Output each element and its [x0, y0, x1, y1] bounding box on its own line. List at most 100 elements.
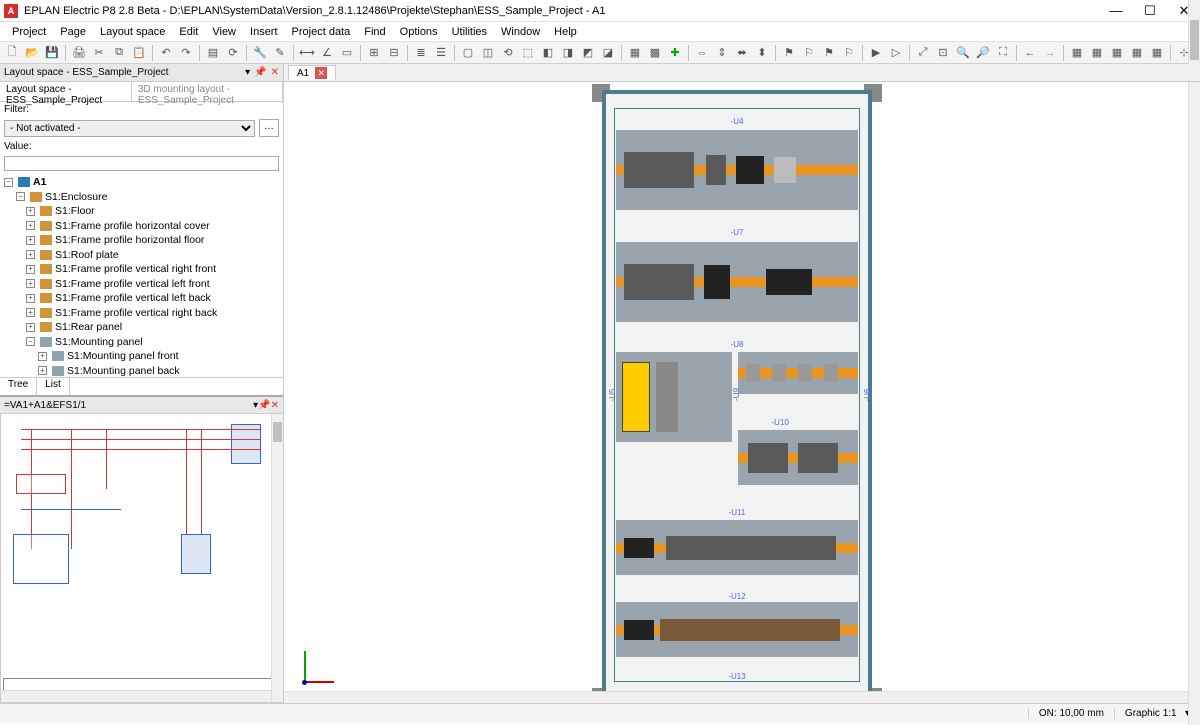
box-icon[interactable]: ▢: [459, 44, 477, 62]
tab-list[interactable]: List: [37, 378, 70, 395]
save-icon[interactable]: 💾: [43, 44, 61, 62]
zoom-in-icon[interactable]: 🔍: [954, 44, 972, 62]
zoom-ext-icon[interactable]: ⤢: [914, 44, 932, 62]
preview-hscrollbar[interactable]: [1, 690, 271, 702]
expand-icon[interactable]: +: [26, 279, 35, 288]
rail-section-u8-right[interactable]: [738, 352, 858, 394]
zoom-all-icon[interactable]: ⛶: [994, 44, 1012, 62]
note-icon[interactable]: ▭: [338, 44, 356, 62]
collapse-icon[interactable]: −: [16, 192, 25, 201]
canvas-vscrollbar[interactable]: [1188, 82, 1200, 703]
menu-window[interactable]: Window: [495, 24, 546, 40]
props-icon[interactable]: ☰: [432, 44, 450, 62]
redo-icon[interactable]: ↷: [177, 44, 195, 62]
rail-section-u12[interactable]: [616, 602, 858, 657]
tree-node[interactable]: +S1:Rear panel: [2, 320, 281, 335]
dim-icon[interactable]: ⟷: [298, 44, 316, 62]
preview-scrollbar[interactable]: [271, 414, 283, 702]
filter-select[interactable]: - Not activated -: [4, 120, 255, 137]
align-h-icon[interactable]: ⇔: [693, 44, 711, 62]
menu-page[interactable]: Page: [54, 24, 92, 40]
menu-project-data[interactable]: Project data: [286, 24, 357, 40]
grid2-icon[interactable]: ▦: [1088, 44, 1106, 62]
rotate-icon[interactable]: ⟲: [499, 44, 517, 62]
menu-project[interactable]: Project: [6, 24, 52, 40]
ungroup-icon[interactable]: ⊟: [385, 44, 403, 62]
collapse-icon[interactable]: −: [4, 178, 13, 187]
menu-view[interactable]: View: [206, 24, 242, 40]
expand-icon[interactable]: +: [26, 236, 35, 245]
panel-close-icon[interactable]: ✕: [271, 67, 279, 78]
zoom-out-icon[interactable]: 🔎: [974, 44, 992, 62]
expand-icon[interactable]: +: [26, 294, 35, 303]
grid-icon[interactable]: ▦: [626, 44, 644, 62]
wrench-icon[interactable]: 🔧: [251, 44, 269, 62]
expand-icon[interactable]: +: [38, 352, 47, 361]
tree-node[interactable]: +S1:Frame profile vertical left back: [2, 291, 281, 306]
view4-icon[interactable]: ◪: [599, 44, 617, 62]
menu-help[interactable]: Help: [548, 24, 583, 40]
new-icon[interactable]: 🗋: [3, 44, 21, 62]
snap-icon[interactable]: ▩: [646, 44, 664, 62]
rail-section-u8-left[interactable]: [616, 352, 732, 442]
tab-layout-space[interactable]: Layout space - ESS_Sample_Project: [0, 82, 132, 101]
tab-tree[interactable]: Tree: [0, 378, 37, 395]
menu-utilities[interactable]: Utilities: [446, 24, 493, 40]
layer-icon[interactable]: ≣: [412, 44, 430, 62]
expand-icon[interactable]: +: [26, 207, 35, 216]
tree-node[interactable]: +S1:Roof plate: [2, 248, 281, 263]
canvas[interactable]: -U5 -U6 -U4 -U7 -U8: [284, 82, 1200, 703]
open-icon[interactable]: 📂: [23, 44, 41, 62]
run2-icon[interactable]: ▷: [887, 44, 905, 62]
page-icon[interactable]: ▤: [204, 44, 222, 62]
expand-icon[interactable]: +: [26, 323, 35, 332]
copy-icon[interactable]: ⧉: [110, 44, 128, 62]
rail-section-u11[interactable]: [616, 520, 858, 575]
undo-icon[interactable]: ↶: [157, 44, 175, 62]
menu-insert[interactable]: Insert: [244, 24, 284, 40]
grid1-icon[interactable]: ▦: [1068, 44, 1086, 62]
tree-node[interactable]: +S1:Frame profile vertical right front: [2, 262, 281, 277]
collapse-icon[interactable]: −: [26, 337, 35, 346]
menu-options[interactable]: Options: [394, 24, 444, 40]
preview-pin-icon[interactable]: 📌: [258, 400, 270, 411]
cut-icon[interactable]: ✂: [90, 44, 108, 62]
rail-section-u10[interactable]: [738, 430, 858, 485]
cube-icon[interactable]: ◫: [479, 44, 497, 62]
refresh-icon[interactable]: ⟳: [224, 44, 242, 62]
panel-dropdown-icon[interactable]: ▾: [245, 67, 250, 78]
view2-icon[interactable]: ◨: [559, 44, 577, 62]
back-icon[interactable]: ←: [1021, 44, 1039, 62]
edit-icon[interactable]: ✎: [271, 44, 289, 62]
expand-icon[interactable]: +: [26, 250, 35, 259]
fwd-icon[interactable]: →: [1041, 44, 1059, 62]
tree-node[interactable]: +S1:Frame profile horizontal floor: [2, 233, 281, 248]
align-v-icon[interactable]: ⇕: [713, 44, 731, 62]
canvas-hscrollbar[interactable]: [284, 691, 1188, 703]
grid3-icon[interactable]: ▦: [1108, 44, 1126, 62]
expand-icon[interactable]: +: [26, 265, 35, 274]
flag-icon[interactable]: ⚑: [780, 44, 798, 62]
preview-close-icon[interactable]: ✕: [271, 400, 279, 411]
grid5-icon[interactable]: ▦: [1148, 44, 1166, 62]
tree-node[interactable]: +S1:Frame profile vertical right back: [2, 306, 281, 321]
dist-icon[interactable]: ⬌: [733, 44, 751, 62]
menu-edit[interactable]: Edit: [173, 24, 204, 40]
tree-node[interactable]: −S1:Enclosure: [2, 190, 281, 205]
tab-3d-mounting[interactable]: 3D mounting layout - ESS_Sample_Project: [132, 82, 283, 101]
view3-icon[interactable]: ◩: [579, 44, 597, 62]
tree-node[interactable]: +S1:Mounting panel front: [2, 349, 281, 364]
rail-section-u7[interactable]: [616, 242, 858, 322]
enclosure[interactable]: -U5 -U6 -U4 -U7 -U8: [602, 90, 872, 700]
3d-icon[interactable]: ⬚: [519, 44, 537, 62]
maximize-button[interactable]: ☐: [1138, 3, 1162, 19]
flag4-icon[interactable]: ⚐: [840, 44, 858, 62]
plus-icon[interactable]: ✚: [666, 44, 684, 62]
view-icon[interactable]: ◧: [539, 44, 557, 62]
tab-close-icon[interactable]: ✕: [315, 67, 327, 79]
flag3-icon[interactable]: ⚑: [820, 44, 838, 62]
rail-section-u4[interactable]: [616, 130, 858, 210]
schematic-preview[interactable]: [0, 413, 283, 703]
value-input[interactable]: [4, 156, 279, 171]
dist2-icon[interactable]: ⬍: [753, 44, 771, 62]
